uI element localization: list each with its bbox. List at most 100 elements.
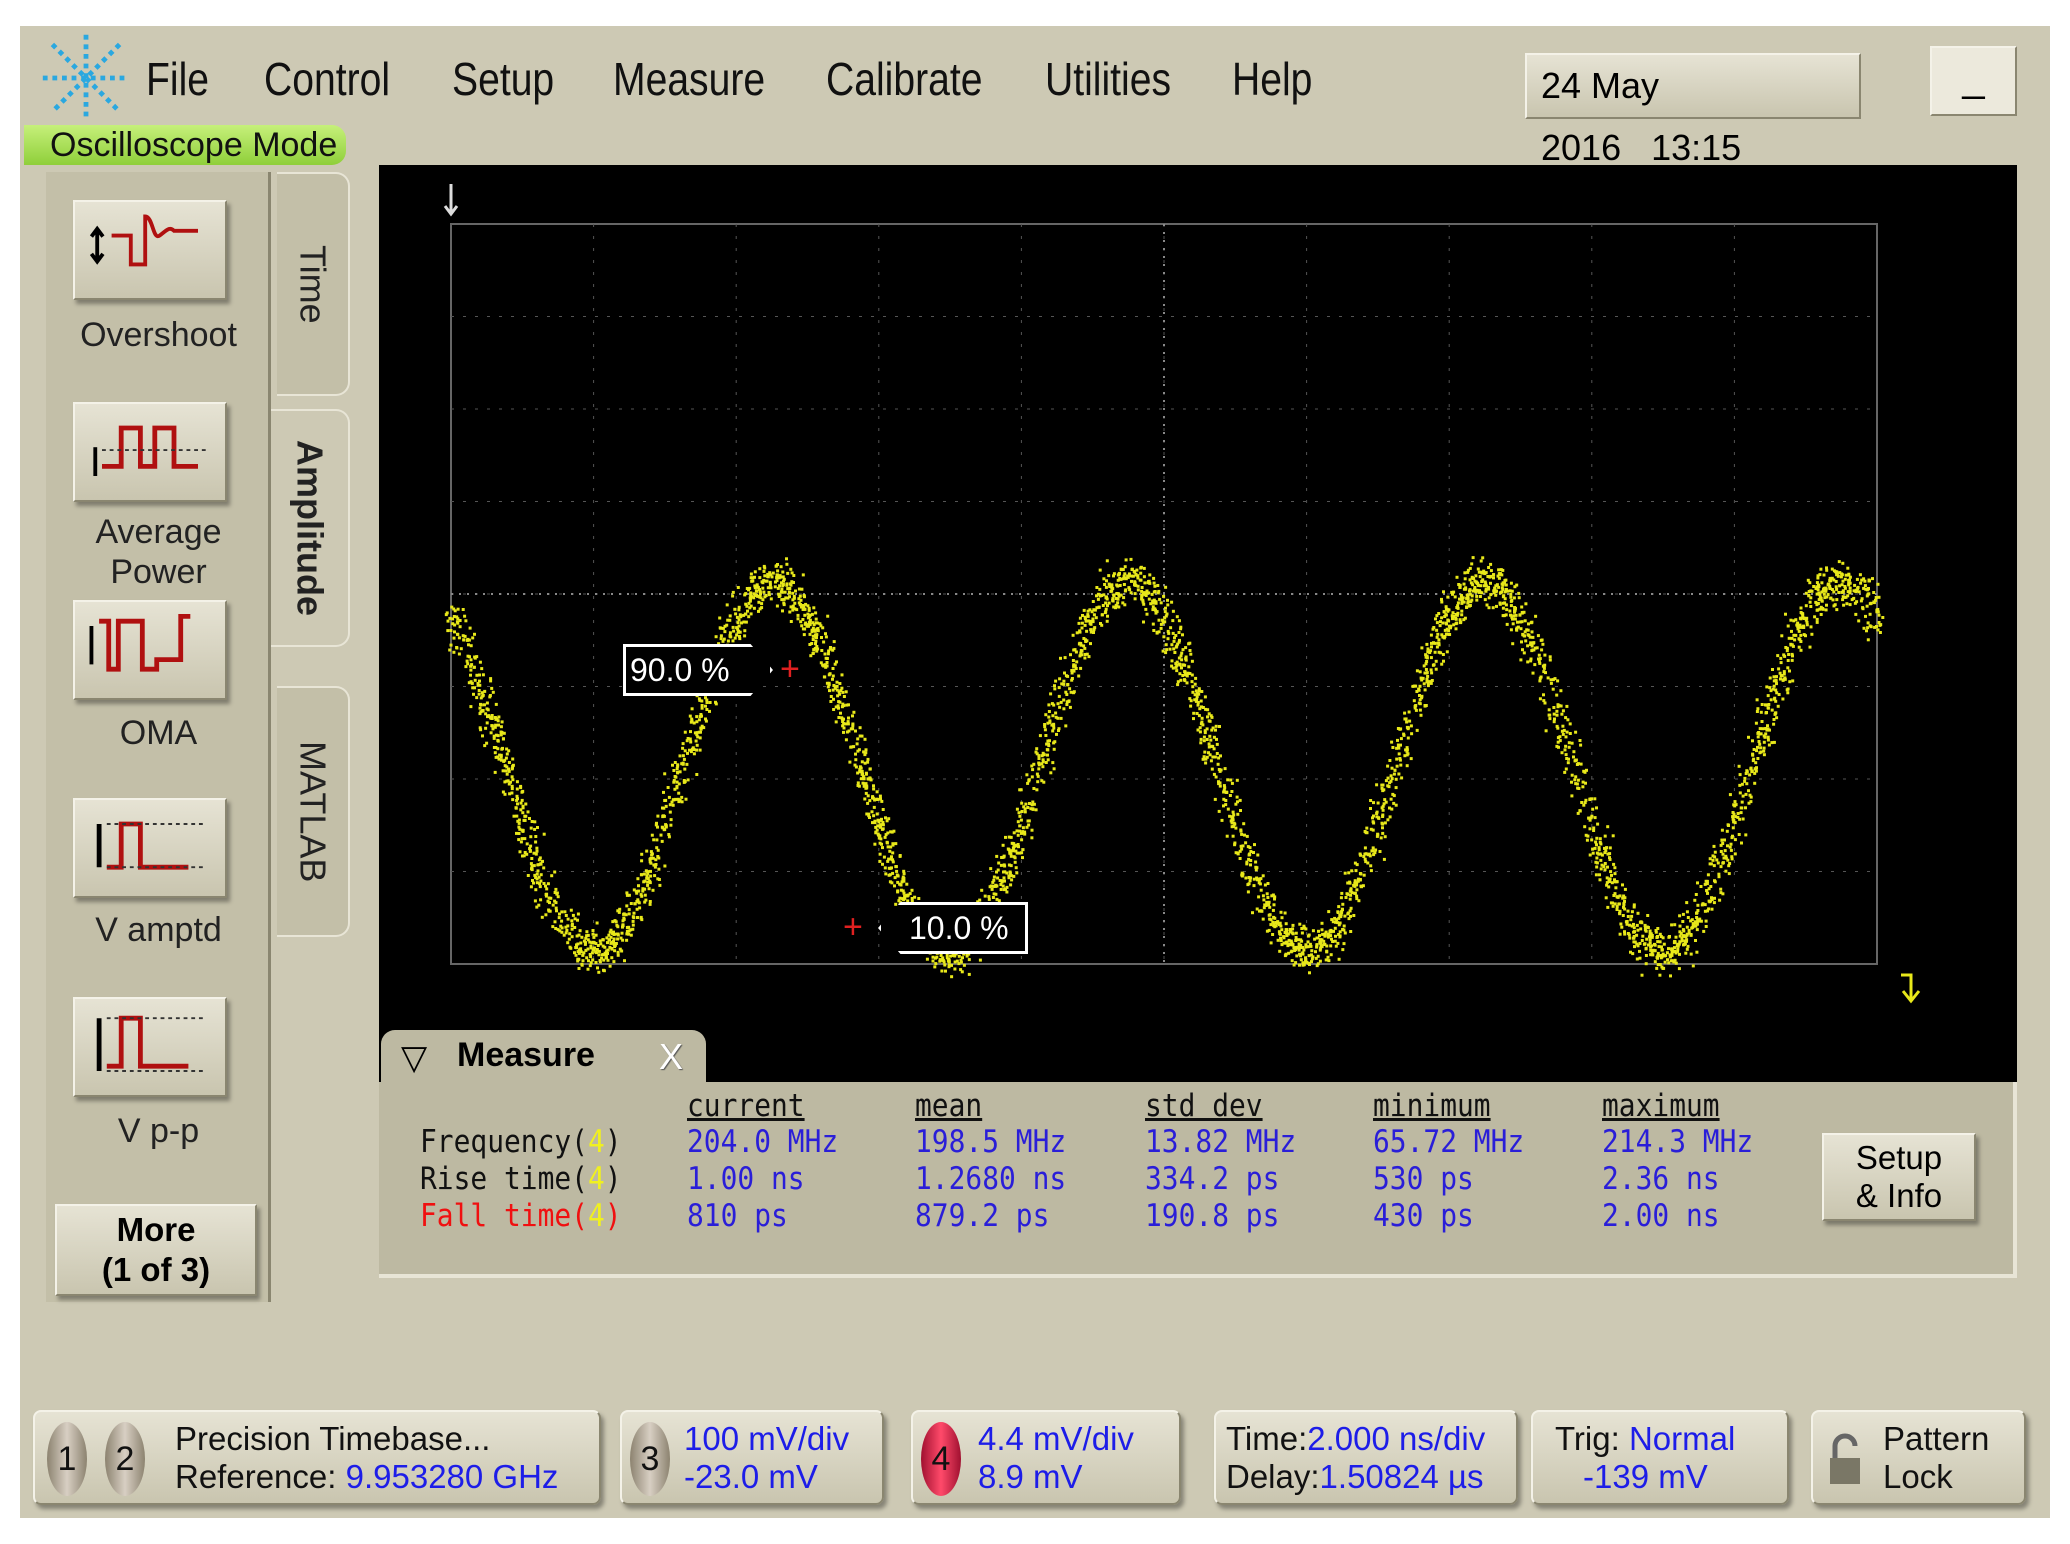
trace-sample <box>1744 792 1748 796</box>
trace-sample <box>898 854 902 857</box>
trace-sample <box>892 829 896 833</box>
trace-sample <box>1762 749 1766 753</box>
trace-sample <box>571 913 575 917</box>
trace-sample <box>1841 561 1845 565</box>
trace-sample <box>570 927 574 931</box>
trace-sample <box>841 724 845 728</box>
trace-sample <box>1339 896 1343 900</box>
channel-2-indicator[interactable]: 2 <box>105 1422 145 1496</box>
trace-sample <box>1062 679 1066 683</box>
trace-sample <box>1564 744 1568 748</box>
trace-sample <box>647 887 651 891</box>
trace-sample <box>1257 895 1261 899</box>
trace-sample <box>1095 606 1099 610</box>
overshoot-button[interactable] <box>73 200 227 300</box>
pattern-lock-button[interactable]: Pattern Lock <box>1811 1410 2026 1505</box>
minimize-button[interactable]: _ <box>1930 46 2017 116</box>
menu-calibrate[interactable]: Calibrate <box>826 52 982 106</box>
menu-setup[interactable]: Setup <box>452 52 554 106</box>
trace-sample <box>906 899 910 903</box>
trace-sample <box>1881 616 1885 619</box>
channel-4-button[interactable]: 4 4.4 mV/div 8.9 mV <box>911 1410 1181 1505</box>
trigger-button[interactable]: Trig: Normal -139 mV <box>1531 1410 1789 1505</box>
trace-sample <box>678 770 682 774</box>
trace-sample <box>705 708 709 711</box>
trace-sample <box>1092 613 1096 617</box>
trace-sample <box>594 961 598 964</box>
average-power-button[interactable] <box>73 402 227 502</box>
trace-sample <box>1489 581 1492 585</box>
trace-sample <box>1415 728 1419 732</box>
oma-button[interactable] <box>73 600 227 700</box>
trace-sample <box>1611 834 1615 838</box>
trace-sample <box>1710 896 1713 900</box>
trace-sample <box>847 716 850 720</box>
trace-sample <box>1276 938 1280 942</box>
close-measure-icon[interactable]: X <box>659 1036 683 1078</box>
trace-sample <box>1017 811 1021 815</box>
trace-sample <box>769 586 773 590</box>
timebase-button[interactable]: 1 2 Precision Timebase... Reference: 9.9… <box>33 1410 601 1505</box>
trace-sample <box>1466 600 1470 604</box>
time-button[interactable]: Time:2.000 ns/div Delay:1.50824 µs <box>1214 1410 1518 1505</box>
trace-sample <box>1560 729 1564 733</box>
trace-sample <box>1678 934 1682 938</box>
trace-sample <box>1842 603 1846 607</box>
trace-sample <box>539 898 543 902</box>
trace-sample <box>1832 604 1836 608</box>
trace-sample <box>591 929 595 932</box>
trace-sample <box>508 792 512 796</box>
menu-help[interactable]: Help <box>1232 52 1312 106</box>
measure-row-label[interactable]: Frequency(4) <box>420 1124 622 1160</box>
tab-time[interactable]: Time <box>277 172 350 396</box>
trace-sample <box>1280 916 1284 920</box>
measure-row-label[interactable]: Rise time(4) <box>420 1161 622 1197</box>
trace-sample <box>500 747 504 751</box>
menu-file[interactable]: File <box>146 52 209 106</box>
measure-value: 1.00 ns <box>687 1161 805 1197</box>
trace-sample <box>992 892 996 896</box>
measure-tab[interactable]: ▽ Measure X <box>381 1030 706 1084</box>
setup-info-button[interactable]: Setup & Info <box>1822 1133 1976 1221</box>
trace-sample <box>627 912 631 916</box>
trace-sample <box>577 967 581 970</box>
trace-sample <box>669 823 673 827</box>
trace-sample <box>752 606 756 610</box>
trace-sample <box>555 909 558 913</box>
time-label: Time: <box>1226 1420 1308 1457</box>
trace-sample <box>789 620 793 623</box>
measure-row-label[interactable]: Fall time(4) <box>420 1198 622 1234</box>
channel-3-button[interactable]: 3 100 mV/div -23.0 mV <box>620 1410 884 1505</box>
trace-sample <box>456 621 460 625</box>
tab-matlab[interactable]: MATLAB <box>277 686 350 937</box>
trace-sample <box>1555 713 1559 717</box>
trace-sample <box>585 956 589 960</box>
trace-sample <box>1324 958 1328 962</box>
trace-sample <box>704 704 707 708</box>
trace-sample <box>1420 646 1424 650</box>
v-amptd-button[interactable] <box>73 798 227 898</box>
v-pp-button[interactable] <box>73 997 227 1097</box>
collapse-triangle-icon[interactable]: ▽ <box>401 1038 427 1078</box>
trace-sample <box>1595 856 1599 860</box>
oscilloscope-mode-indicator[interactable]: Oscilloscope Mode <box>24 125 346 165</box>
trace-sample <box>1019 788 1023 792</box>
waveform-display[interactable] <box>379 165 2017 1082</box>
tab-amplitude[interactable]: Amplitude <box>271 409 350 647</box>
trace-sample <box>1866 592 1870 596</box>
trace-sample <box>1071 633 1075 637</box>
more-button[interactable]: More (1 of 3) <box>55 1204 257 1296</box>
trace-sample <box>1685 901 1689 905</box>
menu-measure[interactable]: Measure <box>613 52 765 106</box>
ch3-scale: 100 mV/div <box>684 1420 850 1457</box>
trace-sample <box>938 959 942 963</box>
menu-control[interactable]: Control <box>264 52 390 106</box>
menu-utilities[interactable]: Utilities <box>1045 52 1171 106</box>
trace-sample <box>834 720 838 724</box>
trace-sample <box>1349 893 1353 897</box>
trace-sample <box>1834 585 1838 589</box>
trace-sample <box>842 730 845 734</box>
trace-sample <box>1149 602 1153 606</box>
channel-1-indicator[interactable]: 1 <box>47 1422 87 1496</box>
trace-sample <box>1729 842 1733 846</box>
